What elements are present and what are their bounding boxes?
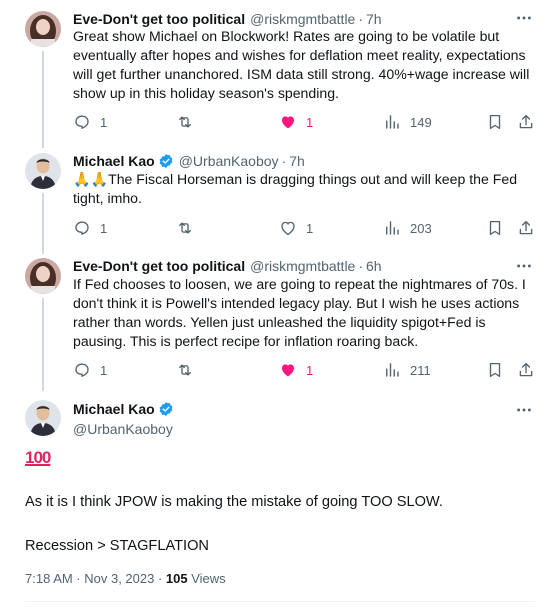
reply-button[interactable]: 1 xyxy=(73,112,107,132)
author-handle[interactable]: @riskmgmtbattle xyxy=(250,11,355,27)
reply-button[interactable]: 1 xyxy=(73,218,107,238)
hundred-points-emoji: 100 xyxy=(25,448,51,467)
tweet-text: 🙏🙏The Fiscal Horseman is dragging things… xyxy=(73,171,518,206)
share-button[interactable] xyxy=(517,218,535,238)
bookmark-button[interactable] xyxy=(486,218,504,238)
thread-line xyxy=(42,51,44,148)
tweet-header: Eve-Don't get too political @riskmgmtbat… xyxy=(73,256,382,276)
avatar[interactable] xyxy=(25,11,61,47)
like-button[interactable]: 1 xyxy=(279,360,313,380)
tweet-meta: 7:18 AM · Nov 3, 2023 · 105 Views xyxy=(25,571,226,586)
heart-icon xyxy=(281,221,295,236)
tweet-header: Michael Kao @UrbanKaoboy · 7h xyxy=(73,151,305,171)
views-button[interactable]: 211 xyxy=(383,360,431,380)
tweet-actions: 1 1 203 xyxy=(73,218,543,238)
bookmark-button[interactable] xyxy=(486,112,504,132)
views-icon xyxy=(386,115,399,129)
bookmark-icon xyxy=(489,362,501,378)
retweet-button[interactable] xyxy=(176,112,203,132)
divider xyxy=(25,601,535,602)
tweet-time[interactable]: 7h xyxy=(289,153,305,169)
main-tweet-header: Michael Kao @UrbanKaoboy xyxy=(73,400,174,437)
share-icon xyxy=(519,362,533,377)
verified-icon xyxy=(158,401,174,417)
share-button[interactable] xyxy=(517,112,535,132)
views-button[interactable]: 203 xyxy=(383,218,432,238)
like-button[interactable]: 1 xyxy=(279,218,313,238)
author-name[interactable]: Eve-Don't get too political xyxy=(73,258,245,274)
views-count: 149 xyxy=(410,114,432,130)
tweet-time[interactable]: 6h xyxy=(366,258,382,274)
tweet-text-line-1: As it is I think JPOW is making the mist… xyxy=(25,494,443,510)
heart-icon xyxy=(282,116,294,129)
views-count: 105 xyxy=(165,571,188,586)
thread-line xyxy=(42,298,44,391)
bookmark-icon xyxy=(489,114,501,130)
tweet-actions: 1 1 149 xyxy=(73,112,543,132)
like-button[interactable]: 1 xyxy=(279,112,313,132)
share-icon xyxy=(519,220,533,235)
like-count: 1 xyxy=(306,114,314,130)
more-icon[interactable] xyxy=(514,400,534,420)
share-icon xyxy=(519,114,533,129)
tweet-time[interactable]: 7h xyxy=(366,11,382,27)
more-icon[interactable] xyxy=(514,256,534,276)
author-handle[interactable]: @UrbanKaoboy xyxy=(73,421,174,437)
avatar[interactable] xyxy=(25,400,61,436)
tweet-text: If Fed chooses to loosen, we are going t… xyxy=(73,276,526,349)
reply-count: 1 xyxy=(100,114,108,130)
tweet-timestamp[interactable]: 7:18 AM · Nov 3, 2023 · xyxy=(25,571,166,586)
retweet-icon xyxy=(179,116,191,128)
like-count: 1 xyxy=(306,362,314,378)
tweet-actions: 1 1 211 xyxy=(73,360,543,380)
bookmark-icon xyxy=(489,220,501,236)
tweet-header: Eve-Don't get too political @riskmgmtbat… xyxy=(73,9,382,29)
views-button[interactable]: 149 xyxy=(383,112,432,132)
reply-count: 1 xyxy=(100,362,108,378)
retweet-button[interactable] xyxy=(176,360,203,380)
separator-dot: · xyxy=(281,153,287,169)
author-name[interactable]: Michael Kao xyxy=(73,401,155,417)
bookmark-button[interactable] xyxy=(486,360,504,380)
separator-dot: · xyxy=(358,11,364,27)
reply-icon xyxy=(75,363,89,378)
views-count: 203 xyxy=(410,220,432,236)
views-icon xyxy=(386,363,399,377)
heart-icon xyxy=(282,364,294,377)
thread-line xyxy=(42,193,44,254)
retweet-icon xyxy=(179,364,191,376)
author-name[interactable]: Michael Kao xyxy=(73,153,155,169)
retweet-button[interactable] xyxy=(176,218,203,238)
author-name[interactable]: Eve-Don't get too political xyxy=(73,11,245,27)
reply-icon xyxy=(75,115,89,130)
reply-count: 1 xyxy=(100,220,108,236)
author-handle[interactable]: @UrbanKaoboy xyxy=(179,153,279,169)
tweet-text: Great show Michael on Blockwork! Rates a… xyxy=(73,28,530,101)
retweet-icon xyxy=(179,222,191,234)
views-count: 211 xyxy=(410,362,431,378)
views-label: Views xyxy=(187,571,226,586)
avatar[interactable] xyxy=(25,258,61,294)
author-handle[interactable]: @riskmgmtbattle xyxy=(250,258,355,274)
more-icon[interactable] xyxy=(514,8,534,28)
share-button[interactable] xyxy=(517,360,535,380)
views-icon xyxy=(386,221,399,235)
verified-icon xyxy=(158,153,174,169)
separator-dot: · xyxy=(358,258,364,274)
like-count: 1 xyxy=(306,220,314,236)
avatar[interactable] xyxy=(25,153,61,189)
reply-button[interactable]: 1 xyxy=(73,360,107,380)
tweet-text-line-2: Recession > STAGFLATION xyxy=(25,538,209,554)
reply-icon xyxy=(75,221,89,236)
